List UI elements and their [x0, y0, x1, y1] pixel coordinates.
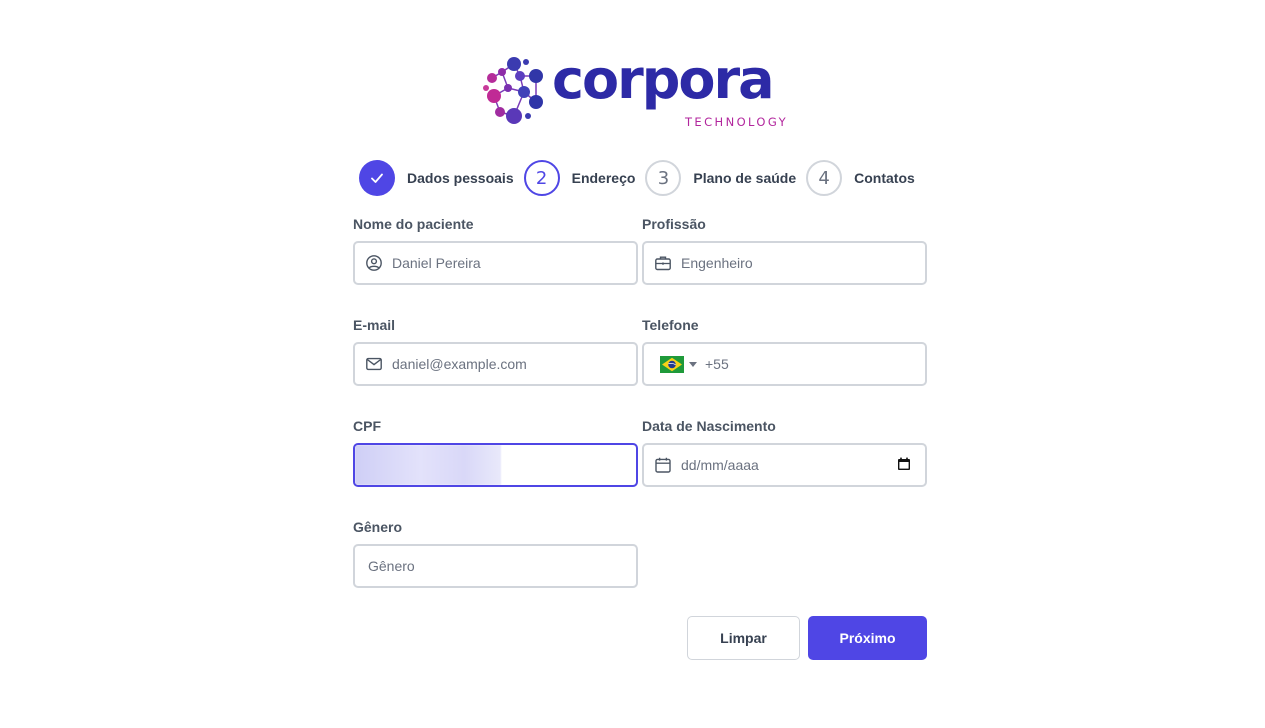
step-number: 4 [806, 160, 843, 196]
patient-name-input[interactable]: Daniel Pereira [353, 241, 638, 285]
phone-value: +55 [705, 356, 729, 372]
step-plano-de-saude[interactable]: 3 Plano de saúde [645, 160, 806, 196]
gender-input[interactable]: Gênero [353, 544, 638, 588]
step-label: Contatos [854, 170, 915, 186]
chevron-down-icon[interactable] [689, 361, 697, 367]
step-endereco[interactable]: 2 Endereço [523, 160, 646, 196]
logo-brand-text: corpora [552, 48, 775, 111]
birth-date-input[interactable]: dd/mm/aaaa [642, 443, 927, 487]
patient-name-label: Nome do paciente [353, 216, 474, 232]
progress-stepper: Dados pessoais 2 Endereço 3 Plano de saú… [359, 160, 925, 196]
logo-tagline: TECHNOLOGY [685, 115, 789, 129]
birth-date-placeholder: dd/mm/aaaa [681, 457, 759, 473]
birth-date-group: Data de Nascimento dd/mm/aaaa [642, 416, 927, 487]
gender-group: Gênero Gênero [353, 517, 638, 588]
briefcase-icon [654, 254, 672, 272]
phone-label: Telefone [642, 317, 699, 333]
step-number: 2 [523, 160, 560, 196]
next-button[interactable]: Próximo [808, 616, 927, 660]
clear-button[interactable]: Limpar [687, 616, 800, 660]
cpf-label: CPF [353, 418, 381, 434]
step-dados-pessoais[interactable]: Dados pessoais [359, 160, 524, 196]
calendar-icon [654, 456, 672, 474]
brazil-flag-icon[interactable] [660, 355, 684, 373]
step-label: Dados pessoais [407, 170, 514, 186]
corpora-logo: corpora TECHNOLOGY [480, 50, 800, 130]
date-picker-icon[interactable] [897, 457, 911, 474]
step-label: Plano de saúde [693, 170, 797, 186]
cpf-redacted-value [355, 445, 501, 485]
email-input[interactable]: daniel@example.com [353, 342, 638, 386]
step-contatos[interactable]: 4 Contatos [806, 160, 925, 196]
birth-date-label: Data de Nascimento [642, 418, 776, 434]
profession-input[interactable]: Engenheiro [642, 241, 927, 285]
profession-label: Profissão [642, 216, 706, 232]
gender-placeholder: Gênero [368, 558, 415, 574]
mail-icon [365, 355, 383, 373]
cpf-group: CPF [353, 416, 638, 487]
profession-placeholder: Engenheiro [681, 255, 753, 271]
profession-group: Profissão Engenheiro [642, 214, 927, 285]
step-label: Endereço [571, 170, 636, 186]
network-dots-icon [483, 57, 543, 124]
check-icon [359, 160, 395, 196]
patient-name-placeholder: Daniel Pereira [392, 255, 481, 271]
email-placeholder: daniel@example.com [392, 356, 527, 372]
cpf-input[interactable] [353, 443, 638, 487]
email-group: E-mail daniel@example.com [353, 315, 638, 386]
phone-group: Telefone +55 [642, 315, 927, 386]
phone-input[interactable]: +55 [642, 342, 927, 386]
step-number: 3 [645, 160, 682, 196]
email-label: E-mail [353, 317, 396, 333]
patient-name-group: Nome do paciente Daniel Pereira [353, 214, 638, 285]
user-circle-icon [365, 254, 383, 272]
gender-label: Gênero [353, 519, 403, 535]
